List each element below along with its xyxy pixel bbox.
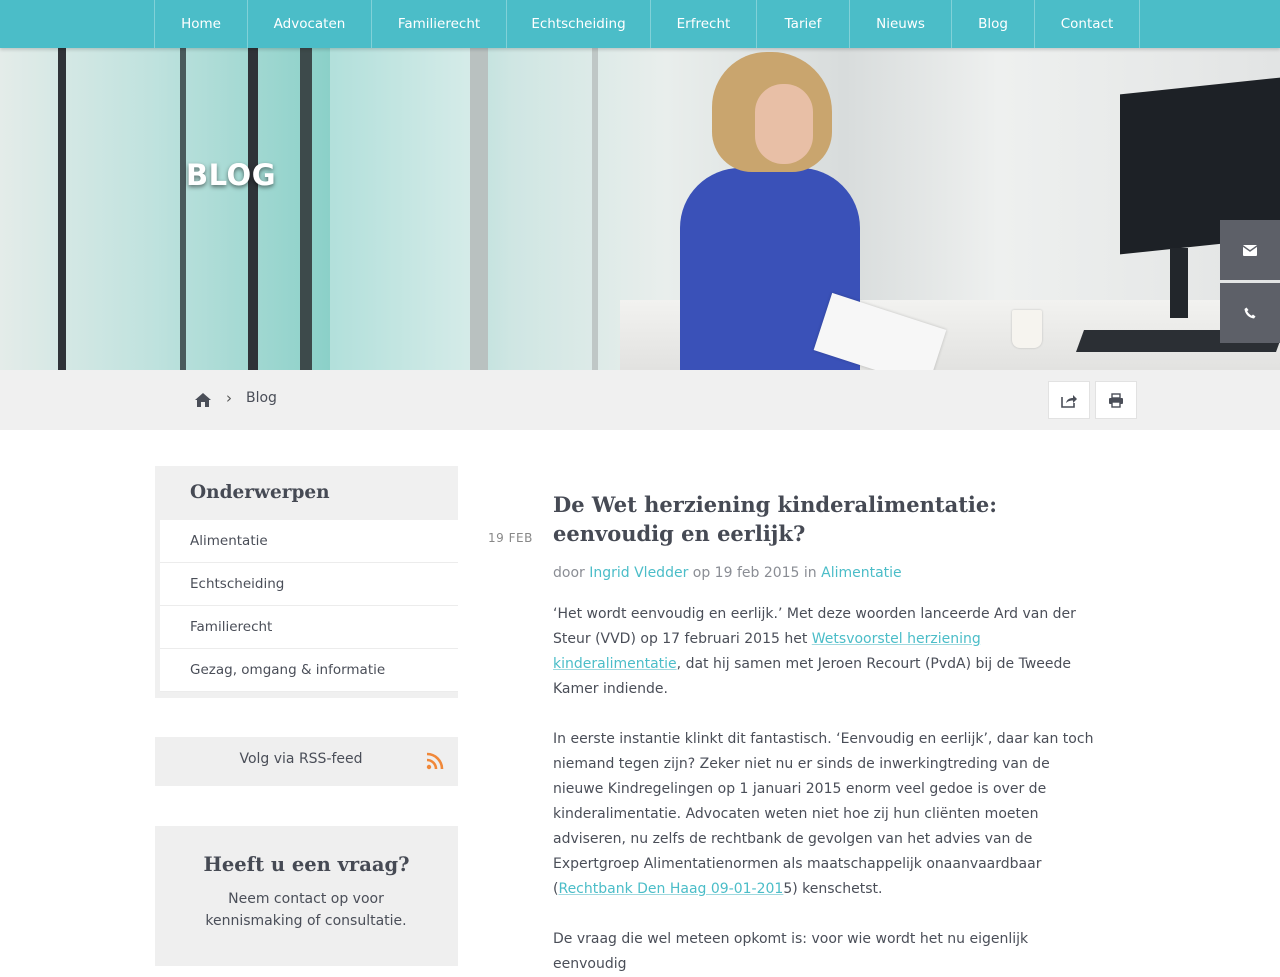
nav-label: Echtscheiding — [531, 16, 626, 32]
page-title: BLOG — [186, 158, 277, 192]
meta-text: door — [553, 565, 585, 581]
envelope-icon — [1243, 244, 1257, 256]
nav-item-contact[interactable]: Contact — [1035, 0, 1140, 48]
topics-list: Alimentatie Echtscheiding Familierecht G… — [160, 520, 458, 692]
nav-label: Nieuws — [876, 16, 925, 32]
article-paragraph: In eerste instantie klinkt dit fantastis… — [553, 727, 1098, 902]
article-meta: door Ingrid Vledder op 19 feb 2015 in Al… — [553, 565, 1098, 581]
blog-article: De Wet herziening kinderalimentatie: een… — [553, 490, 1098, 977]
topic-link-familierecht[interactable]: Familierecht — [160, 606, 458, 649]
nav-label: Blog — [978, 16, 1008, 32]
topic-link-alimentatie[interactable]: Alimentatie — [160, 520, 458, 563]
breadcrumb-current: Blog — [246, 390, 277, 406]
monitor-stand — [1170, 248, 1188, 318]
rss-icon — [426, 752, 444, 770]
paragraph-text: 5) kenschetst. — [783, 881, 883, 897]
rechtbank-link[interactable]: Rechtbank Den Haag 09-01-201 — [558, 881, 783, 897]
nav-item-home[interactable]: Home — [155, 0, 248, 48]
cta-text: Neem contact op voor kennismaking of con… — [205, 891, 407, 929]
hero-banner: BLOG — [0, 48, 1280, 370]
chevron-right-icon: › — [226, 389, 232, 407]
print-button[interactable] — [1095, 381, 1137, 419]
topics-heading: Onderwerpen — [190, 482, 330, 503]
share-icon — [1060, 394, 1077, 408]
topics-panel: Onderwerpen Alimentatie Echtscheiding Fa… — [155, 466, 458, 698]
nav-label: Contact — [1060, 16, 1114, 32]
breadcrumb: › Blog — [0, 370, 1280, 430]
person-face — [755, 84, 813, 164]
nav-label: Advocaten — [273, 16, 346, 32]
topic-link-gezag[interactable]: Gezag, omgang & informatie — [160, 649, 458, 692]
nav-label: Familierecht — [397, 16, 481, 32]
rss-feed-link[interactable]: Volg via RSS-feed — [155, 737, 458, 786]
nav-item-advocaten[interactable]: Advocaten — [248, 0, 372, 48]
coffee-cup — [1012, 310, 1042, 348]
phone-button[interactable] — [1220, 283, 1280, 343]
window-frame — [248, 48, 258, 370]
category-link[interactable]: Alimentatie — [821, 565, 902, 581]
glass-panel — [330, 48, 470, 370]
nav-item-erfrecht[interactable]: Erfrecht — [651, 0, 757, 48]
nav-label: Erfrecht — [676, 16, 731, 32]
topic-link-echtscheiding[interactable]: Echtscheiding — [160, 563, 458, 606]
author-link[interactable]: Ingrid Vledder — [589, 565, 688, 581]
article-title[interactable]: De Wet herziening kinderalimentatie: een… — [553, 490, 1098, 548]
paragraph-text: In eerste instantie klinkt dit fantastis… — [553, 731, 1094, 897]
nav-item-echtscheiding[interactable]: Echtscheiding — [507, 0, 651, 48]
rss-label: Volg via RSS-feed — [239, 751, 363, 767]
meta-text: op 19 feb 2015 in — [692, 565, 817, 581]
nav-item-tarief[interactable]: Tarief — [757, 0, 850, 48]
post-date: 19 FEB — [488, 531, 533, 545]
nav-label: Tarief — [784, 16, 822, 32]
nav-item-nieuws[interactable]: Nieuws — [850, 0, 952, 48]
phone-icon — [1244, 307, 1256, 319]
window-frame — [470, 48, 488, 370]
email-button[interactable] — [1220, 220, 1280, 280]
window-frame — [180, 48, 186, 370]
nav-menu: Home Advocaten Familierecht Echtscheidin… — [154, 0, 1140, 48]
article-paragraph: ‘Het wordt eenvoudig en eerlijk.’ Met de… — [553, 602, 1098, 702]
window-frame — [592, 48, 598, 370]
window-frame — [58, 48, 66, 370]
home-icon[interactable] — [194, 391, 212, 409]
nav-item-blog[interactable]: Blog — [952, 0, 1035, 48]
nav-item-familierecht[interactable]: Familierecht — [372, 0, 507, 48]
share-button[interactable] — [1048, 381, 1090, 419]
print-icon — [1109, 392, 1123, 408]
nav-label: Home — [181, 16, 221, 32]
article-paragraph: De vraag die wel meteen opkomt is: voor … — [553, 931, 1029, 972]
top-navigation: Home Advocaten Familierecht Echtscheidin… — [0, 0, 1280, 48]
cta-heading: Heeft u een vraag? — [203, 853, 410, 876]
window-frame — [300, 48, 312, 370]
contact-cta-panel: Heeft u een vraag? Neem contact op voor … — [155, 826, 458, 966]
